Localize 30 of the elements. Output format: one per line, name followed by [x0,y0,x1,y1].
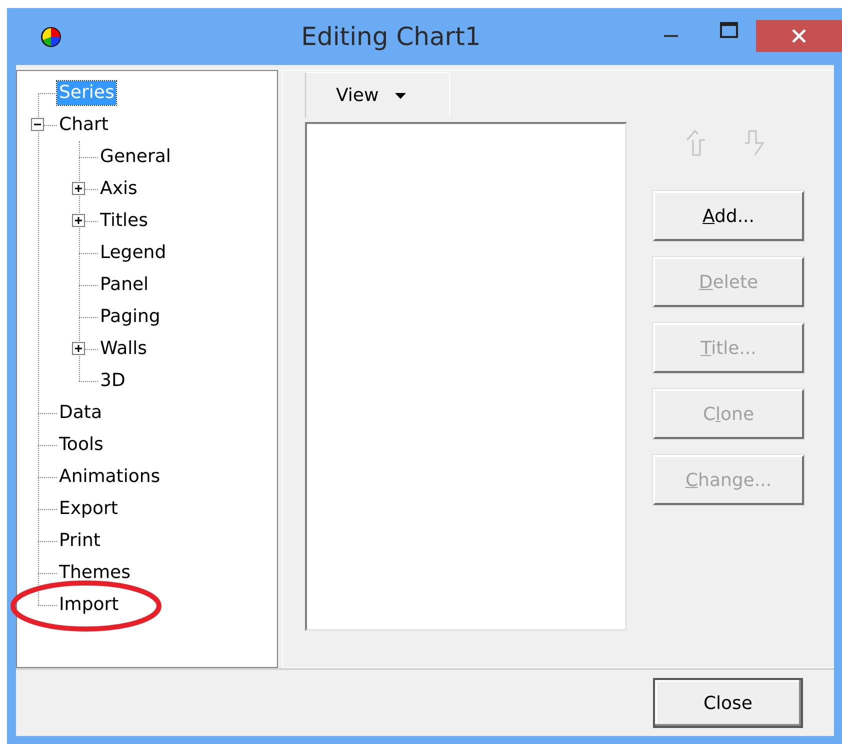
collapse-icon[interactable] [31,118,44,131]
tree-item[interactable]: Tools [57,433,106,457]
tree-item[interactable]: Chart [57,113,110,137]
expand-icon[interactable] [72,182,85,195]
expand-icon[interactable] [72,214,85,227]
tree-item[interactable]: Import [57,593,121,617]
tree-item[interactable]: 3D [98,369,128,393]
expand-icon[interactable] [72,342,85,355]
tree-item[interactable]: Paging [98,305,162,329]
app-icon [40,26,62,48]
maximize-icon [720,22,738,38]
tree-item[interactable]: Print [57,529,102,553]
tree-item[interactable]: Animations [57,465,162,489]
close-window-button[interactable] [756,20,842,52]
tree-item[interactable]: Export [57,497,120,521]
close-button[interactable]: Close [653,678,803,728]
window-title: Editing Chart1 [300,22,482,51]
tree-item[interactable]: Data [57,401,104,425]
tree-item[interactable]: General [98,145,173,169]
minimize-icon [664,34,678,38]
tree-item[interactable]: Themes [57,561,132,585]
tree-item[interactable]: Legend [98,241,168,265]
action-button[interactable]: Add... [653,191,804,241]
tree-item[interactable]: Panel [98,273,151,297]
tree-item[interactable]: Walls [98,337,150,361]
dropdown-icon [394,92,406,98]
tree-item[interactable]: Titles [98,209,150,233]
view-tab[interactable]: View [305,72,450,118]
tree-item[interactable]: Axis [98,177,140,201]
close-icon [791,28,807,44]
